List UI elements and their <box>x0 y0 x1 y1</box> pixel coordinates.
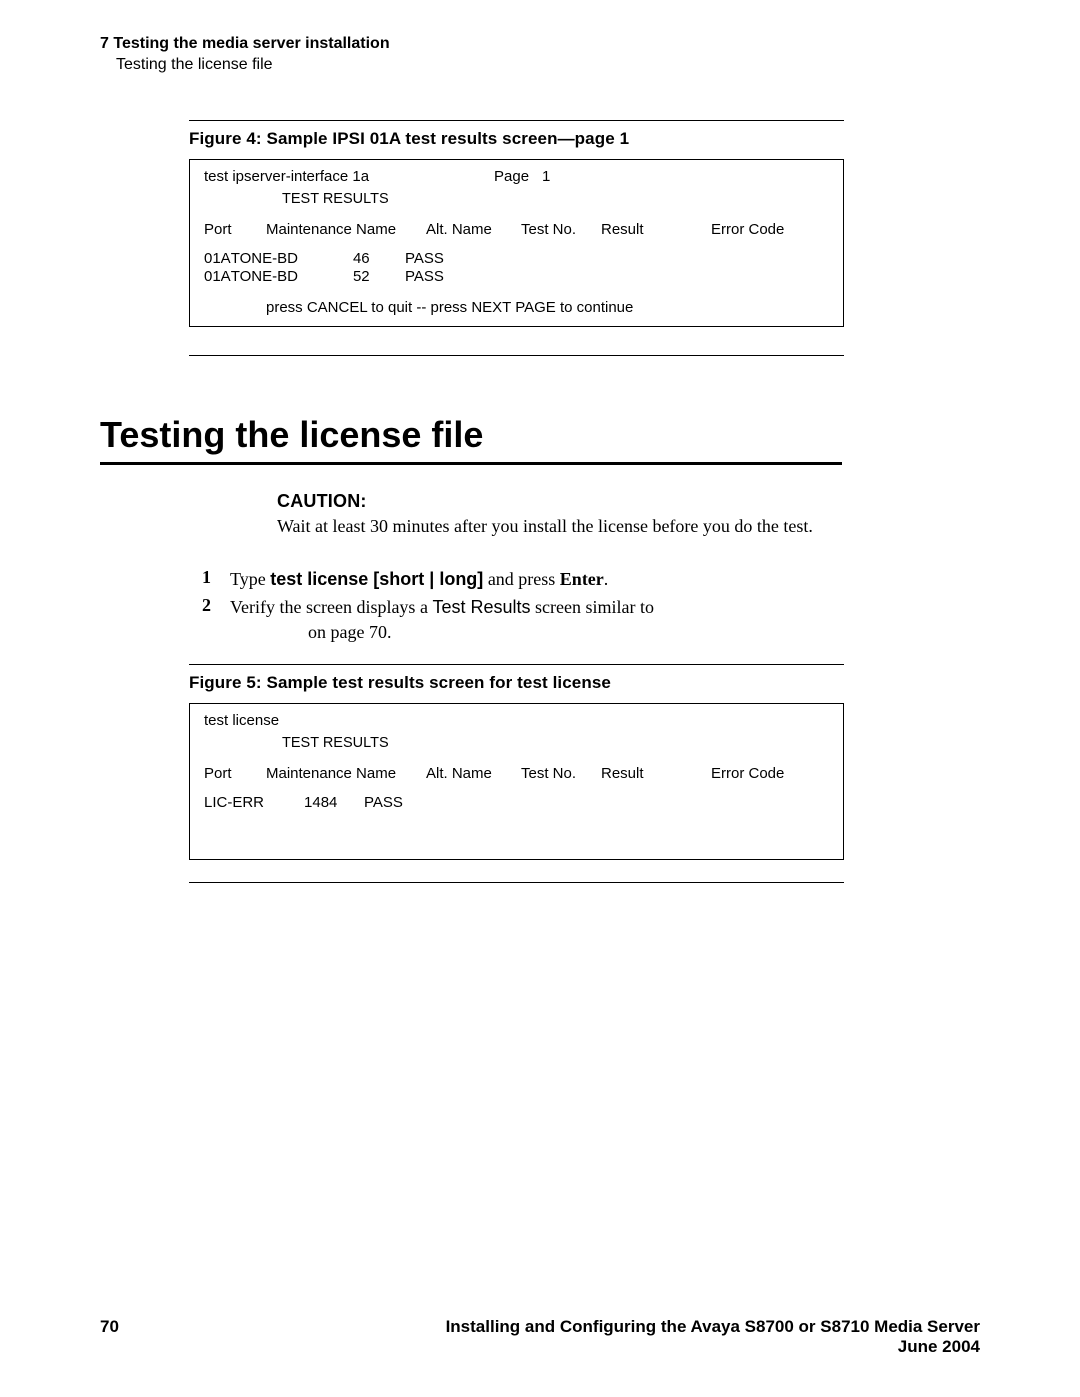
table-row: 01A TONE-BD 46 PASS <box>204 250 829 269</box>
col-port: Port <box>204 765 266 782</box>
doc-title: Installing and Configuring the Avaya S87… <box>446 1317 980 1336</box>
figure4-terminal: test ipserver-interface 1a Page 1 TEST R… <box>189 159 844 328</box>
cell-port: 01A <box>204 268 231 287</box>
key-name: Enter <box>560 569 604 589</box>
running-header: 7 Testing the media server installation … <box>100 34 980 76</box>
col-result: Result <box>601 765 711 782</box>
command-text: test license [short | long] <box>270 569 483 589</box>
col-alt: Alt. Name <box>426 221 521 238</box>
step-body: Type test license [short | long] and pre… <box>230 567 608 591</box>
cell-testno: 1484 <box>304 794 364 813</box>
col-error: Error Code <box>711 221 816 238</box>
doc-date: June 2004 <box>898 1337 980 1356</box>
section-line: Testing the license file <box>100 55 980 76</box>
cell-alt <box>264 794 304 813</box>
section-heading: Testing the license file <box>100 414 980 456</box>
text: Type <box>230 569 270 589</box>
col-testno: Test No. <box>521 765 601 782</box>
terminal-command: test ipserver-interface 1a <box>204 168 494 185</box>
terminal-footer: press CANCEL to quit -- press NEXT PAGE … <box>204 299 829 316</box>
screen-name: Test Results <box>432 597 530 617</box>
document-page: 7 Testing the media server installation … <box>0 0 1080 1397</box>
caution-block: CAUTION: Wait at least 30 minutes after … <box>277 491 980 537</box>
cell-alt <box>298 250 353 269</box>
page-label: Page <box>494 168 542 185</box>
page-number: 70 <box>100 1317 119 1357</box>
table-rows: 01A TONE-BD 46 PASS 01A TONE-BD 52 PASS <box>204 250 829 288</box>
terminal-command-row: test ipserver-interface 1a Page 1 <box>204 168 829 185</box>
terminal-command-row: test license <box>204 712 829 729</box>
rule <box>189 355 844 356</box>
table-row: 01A TONE-BD 52 PASS <box>204 268 829 287</box>
figure5-caption: Figure 5: Sample test results screen for… <box>189 673 844 693</box>
cell-testno: 46 <box>353 250 405 269</box>
col-maint: Maintenance Name <box>266 221 426 238</box>
table-header-row: Port Maintenance Name Alt. Name Test No.… <box>204 765 829 782</box>
chapter-title: Testing the media server installation <box>113 35 389 52</box>
table-row: LIC-ERR 1484 PASS <box>204 794 829 813</box>
text: screen similar to <box>530 597 653 617</box>
table-rows: LIC-ERR 1484 PASS <box>204 794 829 813</box>
page-footer: 70 Installing and Configuring the Avaya … <box>100 1317 980 1357</box>
cell-result: PASS <box>364 794 403 813</box>
content-area-2: Figure 5: Sample test results screen for… <box>189 664 844 883</box>
step-continuation: on page 70. <box>230 620 654 644</box>
terminal-heading: TEST RESULTS <box>204 191 829 207</box>
cell-maint: TONE-BD <box>231 250 298 269</box>
cell-result: PASS <box>405 250 444 269</box>
cell-testno: 52 <box>353 268 405 287</box>
step-body: Verify the screen displays a Test Result… <box>230 595 654 644</box>
rule <box>189 120 844 121</box>
caution-label: CAUTION: <box>277 491 980 512</box>
step-number: 2 <box>202 595 230 644</box>
chapter-number: 7 <box>100 35 109 52</box>
footer-title-block: Installing and Configuring the Avaya S87… <box>446 1317 980 1357</box>
figure4-caption: Figure 4: Sample IPSI 01A test results s… <box>189 129 844 149</box>
col-maint: Maintenance Name <box>266 765 426 782</box>
cell-maint: LIC-ERR <box>204 794 264 813</box>
col-result: Result <box>601 221 711 238</box>
col-alt: Alt. Name <box>426 765 521 782</box>
heading-rule <box>100 462 842 465</box>
col-testno: Test No. <box>521 221 601 238</box>
table-header-row: Port Maintenance Name Alt. Name Test No.… <box>204 221 829 238</box>
col-error: Error Code <box>711 765 816 782</box>
rule <box>189 664 844 665</box>
text: Verify the screen displays a <box>230 597 432 617</box>
step-1: 1 Type test license [short | long] and p… <box>202 567 980 591</box>
content-area: Figure 4: Sample IPSI 01A test results s… <box>189 120 844 357</box>
cell-result: PASS <box>405 268 444 287</box>
cell-alt <box>298 268 353 287</box>
terminal-heading: TEST RESULTS <box>204 735 829 751</box>
terminal-command: test license <box>204 712 279 729</box>
rule <box>189 882 844 883</box>
page-number: 1 <box>542 168 550 185</box>
step-number: 1 <box>202 567 230 591</box>
step-list: 1 Type test license [short | long] and p… <box>202 567 980 644</box>
text: and press <box>483 569 559 589</box>
text: . <box>604 569 609 589</box>
figure5-terminal: test license TEST RESULTS Port Maintenan… <box>189 703 844 860</box>
caution-text: Wait at least 30 minutes after you insta… <box>277 516 980 537</box>
step-2: 2 Verify the screen displays a Test Resu… <box>202 595 980 644</box>
chapter-line: 7 Testing the media server installation <box>100 34 980 55</box>
cell-maint: TONE-BD <box>231 268 298 287</box>
col-port: Port <box>204 221 266 238</box>
cell-port: 01A <box>204 250 231 269</box>
